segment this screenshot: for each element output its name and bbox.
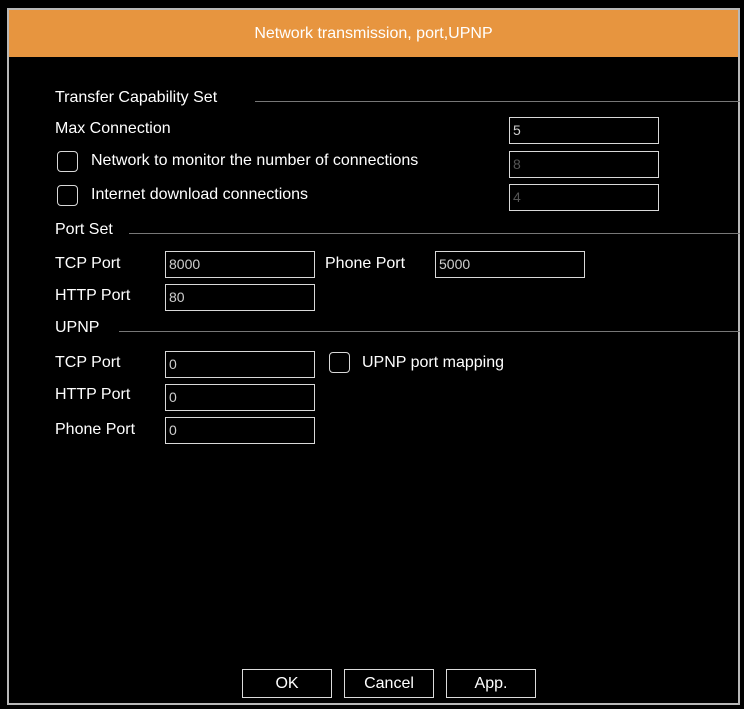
cancel-button[interactable]: Cancel: [344, 669, 434, 698]
network-settings-dialog: Network transmission, port,UPNP Transfer…: [7, 8, 740, 705]
transfer-section-divider: [255, 101, 740, 102]
port-set-divider: [129, 233, 740, 234]
port-set-tcp-port-field[interactable]: 8000: [165, 251, 315, 278]
transfer-capability-section-label: Transfer Capability Set: [55, 89, 218, 106]
download-connections-field[interactable]: 4: [509, 184, 659, 211]
max-connection-label: Max Connection: [55, 120, 171, 137]
upnp-port-mapping-checkbox[interactable]: [329, 352, 350, 373]
dialog-title: Network transmission, port,UPNP: [254, 24, 493, 42]
dialog-titlebar: Network transmission, port,UPNP: [9, 10, 738, 57]
upnp-http-port-label: HTTP Port: [55, 386, 131, 403]
upnp-section-divider: [119, 331, 740, 332]
upnp-http-port-field[interactable]: 0: [165, 384, 315, 411]
port-set-http-port-field[interactable]: 80: [165, 284, 315, 311]
port-set-phone-port-field[interactable]: 5000: [435, 251, 585, 278]
upnp-tcp-port-label: TCP Port: [55, 354, 121, 371]
upnp-tcp-port-field[interactable]: 0: [165, 351, 315, 378]
upnp-phone-port-label: Phone Port: [55, 421, 136, 438]
port-set-section-label: Port Set: [55, 221, 113, 238]
port-set-http-port-label: HTTP Port: [55, 287, 131, 304]
apply-button[interactable]: App.: [446, 669, 536, 698]
port-set-phone-port-label: Phone Port: [325, 255, 406, 272]
monitor-connections-checkbox[interactable]: [57, 151, 78, 172]
upnp-port-mapping-label: UPNP port mapping: [362, 354, 504, 371]
ok-button[interactable]: OK: [242, 669, 332, 698]
max-connection-field[interactable]: 5: [509, 117, 659, 144]
download-connections-checkbox[interactable]: [57, 185, 78, 206]
upnp-section-label: UPNP: [55, 319, 100, 336]
monitor-connections-field[interactable]: 8: [509, 151, 659, 178]
download-connections-label: Internet download connections: [91, 186, 309, 203]
port-set-tcp-port-label: TCP Port: [55, 255, 121, 272]
upnp-phone-port-field[interactable]: 0: [165, 417, 315, 444]
monitor-connections-label: Network to monitor the number of connect…: [91, 152, 419, 169]
